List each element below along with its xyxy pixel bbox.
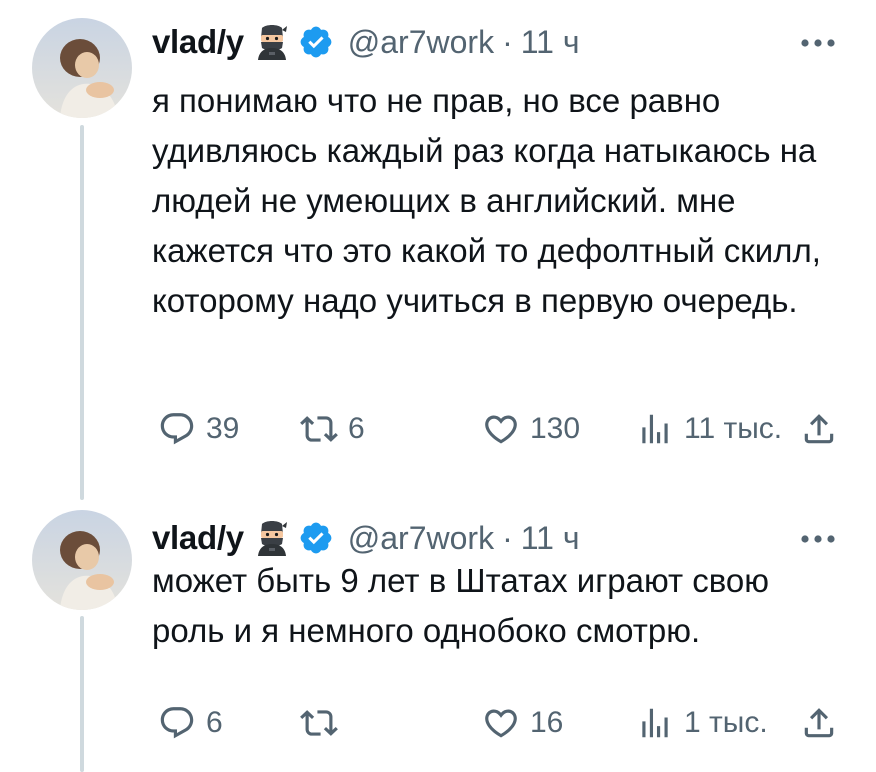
retweet-icon: [300, 710, 338, 736]
views-count: 11 тыс.: [684, 412, 783, 445]
tweet-header: vlad/y @ar7work · 11 ч: [152, 18, 580, 66]
tweet[interactable]: vlad/y @ar7work · 11 ч: [0, 0, 876, 500]
retweet-count: 6: [348, 412, 365, 445]
views-button[interactable]: 11 тыс.: [636, 406, 782, 452]
share-icon: [804, 708, 834, 738]
like-button[interactable]: 130: [482, 406, 580, 452]
action-bar: 39 6 130 11 тыс.: [152, 406, 842, 452]
avatar[interactable]: [32, 18, 132, 118]
reply-icon: [160, 707, 194, 739]
avatar[interactable]: [32, 510, 132, 610]
like-count: 130: [530, 412, 581, 445]
share-icon: [804, 414, 834, 444]
heart-icon: [485, 709, 517, 738]
action-bar: 6 16 1 тыс.: [152, 700, 842, 746]
more-options-icon[interactable]: [798, 532, 838, 546]
timestamp[interactable]: 11 ч: [521, 24, 580, 61]
analytics-icon: [642, 414, 668, 444]
display-name[interactable]: vlad/y: [152, 519, 244, 557]
tweet[interactable]: vlad/y @ar7work · 11 ч: [0, 500, 876, 772]
thread-line: [80, 616, 84, 772]
reply-count: 39: [206, 412, 240, 445]
retweet-icon: [300, 416, 338, 442]
share-button[interactable]: [800, 406, 838, 452]
timestamp[interactable]: 11 ч: [521, 520, 580, 557]
more-options-icon[interactable]: [798, 36, 838, 50]
reply-icon: [160, 413, 194, 445]
retweet-button[interactable]: [300, 700, 348, 746]
tweet-text: я понимаю что не прав, но все равно удив…: [152, 82, 821, 319]
tweet-header: vlad/y @ar7work · 11 ч: [152, 514, 580, 562]
retweet-button[interactable]: 6: [300, 406, 365, 452]
tweet-text: может быть 9 лет в Штатах играют свою ро…: [152, 562, 770, 649]
views-count: 1 тыс.: [684, 706, 768, 739]
reply-button[interactable]: 6: [158, 700, 223, 746]
handle[interactable]: @ar7work: [348, 24, 494, 61]
reply-button[interactable]: 39: [158, 406, 239, 452]
heart-icon: [485, 415, 517, 444]
like-count: 16: [530, 706, 564, 739]
views-button[interactable]: 1 тыс.: [636, 700, 768, 746]
ninja-icon: [256, 24, 288, 60]
separator: ·: [502, 519, 513, 556]
share-button[interactable]: [800, 700, 838, 746]
verified-badge-icon[interactable]: [298, 520, 334, 556]
reply-count: 6: [206, 706, 223, 739]
separator: ·: [502, 23, 513, 60]
thread-line: [80, 125, 84, 500]
ninja-icon: [256, 520, 288, 556]
analytics-icon: [642, 708, 668, 738]
verified-badge-icon[interactable]: [298, 24, 334, 60]
handle[interactable]: @ar7work: [348, 520, 494, 557]
display-name[interactable]: vlad/y: [152, 23, 244, 61]
like-button[interactable]: 16: [482, 700, 563, 746]
